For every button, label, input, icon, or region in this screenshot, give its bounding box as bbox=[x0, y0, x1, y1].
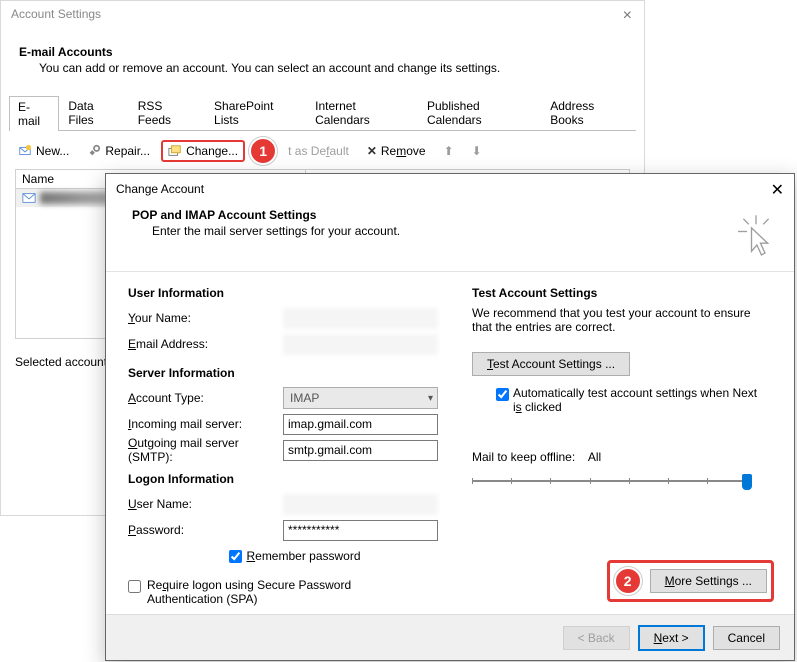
back-button: < Back bbox=[563, 626, 630, 650]
tab-sharepoint[interactable]: SharePoint Lists bbox=[205, 95, 306, 130]
slider-thumb[interactable] bbox=[742, 474, 752, 490]
change-button[interactable]: Change... bbox=[161, 140, 245, 162]
tab-email[interactable]: E-mail bbox=[9, 96, 59, 131]
repair-label: Repair... bbox=[105, 144, 150, 158]
spa-checkbox[interactable] bbox=[128, 580, 141, 593]
password-label: Password: bbox=[128, 523, 283, 537]
new-button[interactable]: New... bbox=[11, 140, 76, 162]
mail-offline-value: All bbox=[588, 450, 601, 464]
cursor-click-icon bbox=[738, 214, 774, 258]
header-desc: Enter the mail server settings for your … bbox=[152, 224, 768, 238]
arrow-down-icon: ⬇ bbox=[472, 144, 482, 158]
auto-test-checkbox[interactable]: Automatically test account settings when… bbox=[496, 386, 763, 414]
next-button[interactable]: Next > bbox=[638, 625, 705, 651]
remove-button[interactable]: ✕ Remove bbox=[360, 140, 433, 162]
move-down-button: ⬇ bbox=[465, 140, 489, 162]
spa-label: Require logon using Secure Password Auth… bbox=[147, 578, 427, 606]
email-label: Email Address: bbox=[128, 337, 283, 351]
email-field[interactable] bbox=[283, 334, 438, 355]
repair-button[interactable]: Repair... bbox=[80, 140, 157, 162]
test-heading: Test Account Settings bbox=[472, 286, 772, 300]
auto-test-input[interactable] bbox=[496, 388, 509, 401]
tab-data-files[interactable]: Data Files bbox=[59, 95, 128, 130]
logon-info-heading: Logon Information bbox=[128, 472, 462, 486]
cancel-button[interactable]: Cancel bbox=[713, 626, 780, 650]
annotation-more-settings: 2 More Settings ... bbox=[607, 560, 774, 602]
more-settings-button[interactable]: More Settings ... bbox=[650, 569, 767, 593]
incoming-server-input[interactable] bbox=[283, 414, 438, 435]
account-type-value: IMAP bbox=[290, 391, 319, 405]
chevron-down-icon: ▾ bbox=[428, 393, 433, 404]
user-name-field[interactable] bbox=[283, 494, 438, 515]
user-info-heading: User Information bbox=[128, 286, 462, 300]
new-label: New... bbox=[36, 144, 69, 158]
remember-password-checkbox[interactable]: Remember password bbox=[229, 549, 360, 563]
change-label: Change... bbox=[186, 144, 238, 158]
server-info-heading: Server Information bbox=[128, 366, 462, 380]
mail-offline-slider[interactable] bbox=[472, 472, 752, 490]
window-title: Account Settings bbox=[11, 7, 101, 21]
section-description: You can add or remove an account. You ca… bbox=[39, 61, 626, 75]
remember-password-input[interactable] bbox=[229, 550, 242, 563]
set-default-button: t as Default bbox=[281, 140, 356, 162]
tab-address-books[interactable]: Address Books bbox=[541, 95, 636, 130]
outgoing-label: Outgoing mail server (SMTP): bbox=[128, 436, 283, 464]
account-type-label: Account Type: bbox=[128, 391, 283, 405]
mail-offline-label: Mail to keep offline: bbox=[472, 450, 575, 464]
mail-icon bbox=[22, 191, 36, 205]
new-icon bbox=[18, 144, 32, 158]
auto-test-label: Automatically test account settings when… bbox=[513, 386, 763, 414]
close-icon[interactable]: ✕ bbox=[771, 180, 784, 200]
outgoing-server-input[interactable] bbox=[283, 440, 438, 461]
window-titlebar: Account Settings × bbox=[1, 1, 644, 31]
change-account-window: Change Account ✕ POP and IMAP Account Se… bbox=[105, 173, 795, 661]
toolbar: New... Repair... Change... 1 t as Defaul… bbox=[11, 137, 634, 165]
test-account-button[interactable]: Test Account Settings ... bbox=[472, 352, 630, 376]
remember-password-label: Remember password bbox=[246, 549, 360, 563]
annotation-marker-2: 2 bbox=[614, 567, 642, 595]
your-name-field[interactable] bbox=[283, 308, 438, 329]
dialog-footer: < Back Next > Cancel bbox=[106, 614, 794, 660]
test-desc: We recommend that you test your account … bbox=[472, 306, 772, 334]
your-name-label: Your Name: bbox=[128, 311, 283, 325]
arrow-up-icon: ⬆ bbox=[444, 144, 454, 158]
close-icon[interactable]: × bbox=[623, 7, 632, 25]
tab-rss[interactable]: RSS Feeds bbox=[129, 95, 205, 130]
dialog-titlebar: Change Account ✕ bbox=[106, 174, 794, 204]
section-heading: E-mail Accounts bbox=[19, 45, 626, 59]
remove-icon: ✕ bbox=[367, 144, 377, 158]
set-default-label: t as Default bbox=[288, 144, 349, 158]
tab-internet-calendars[interactable]: Internet Calendars bbox=[306, 95, 418, 130]
dialog-title: Change Account bbox=[116, 182, 204, 196]
user-name-label: User Name: bbox=[128, 497, 283, 511]
remove-label: Remove bbox=[381, 144, 426, 158]
dialog-header: POP and IMAP Account Settings Enter the … bbox=[106, 204, 794, 272]
incoming-label: Incoming mail server: bbox=[128, 417, 283, 431]
move-up-button: ⬆ bbox=[437, 140, 461, 162]
repair-icon bbox=[87, 144, 101, 158]
tab-published-calendars[interactable]: Published Calendars bbox=[418, 95, 541, 130]
password-field[interactable] bbox=[283, 520, 438, 541]
change-icon bbox=[168, 144, 182, 158]
header-title: POP and IMAP Account Settings bbox=[132, 208, 768, 222]
account-type-select: IMAP ▾ bbox=[283, 387, 438, 409]
tabs-bar: E-mail Data Files RSS Feeds SharePoint L… bbox=[9, 109, 636, 131]
annotation-marker-1: 1 bbox=[249, 137, 277, 165]
